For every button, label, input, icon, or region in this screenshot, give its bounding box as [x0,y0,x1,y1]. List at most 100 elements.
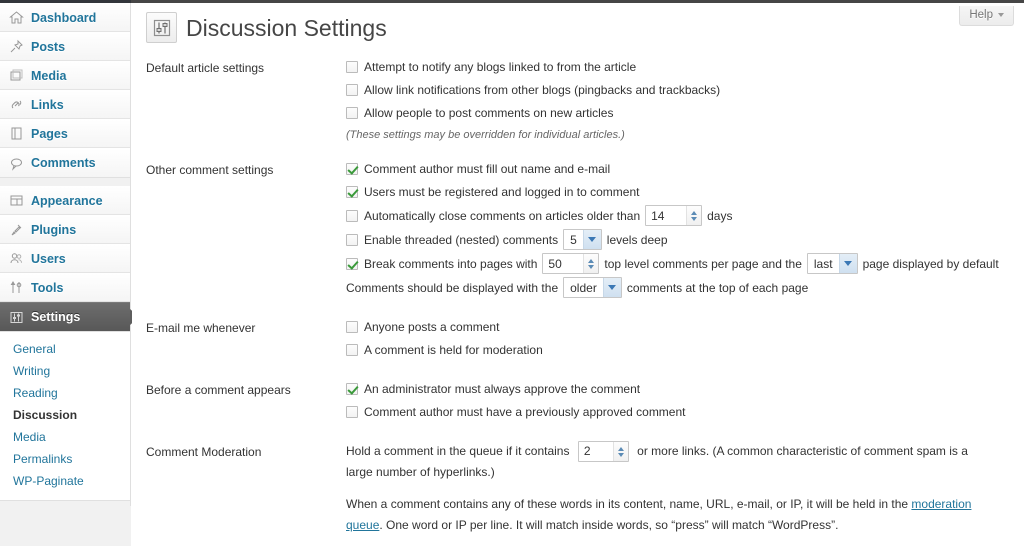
checkbox-line-held-moderation[interactable]: A comment is held for moderation [346,340,1012,360]
row-comment-moderation: Comment Moderation Hold a comment in the… [132,441,1024,546]
checkbox-allow-comments[interactable] [346,107,358,119]
sidebar-item-settings[interactable]: Settings [0,302,139,331]
checkbox-line-require-name-email[interactable]: Comment author must fill out name and e-… [346,159,1012,179]
sidebar-item-media[interactable]: Media [0,61,130,90]
sidebar-item-plugins[interactable]: Plugins [0,215,130,244]
moderation-links-stepper[interactable]: 2 [577,441,629,463]
sidebar-item-label: Dashboard [31,10,97,25]
checkbox-threaded-comments[interactable] [346,233,358,246]
sidebar-item-users[interactable]: Users [0,244,130,273]
help-button[interactable]: Help [959,6,1014,26]
checkbox-break-comments[interactable] [346,257,358,270]
sidebar-item-label: Tools [31,280,64,295]
checkbox-label: Allow link notifications from other blog… [364,83,721,97]
checkbox-previously-approved[interactable] [346,406,358,418]
submenu-item-general[interactable]: General [0,338,130,360]
checkbox-anyone-posts[interactable] [346,321,358,333]
checkbox-line-notify-blogs[interactable]: Attempt to notify any blogs linked to fr… [346,57,1012,77]
checkbox-line-close-comments[interactable]: Automatically close comments on articles… [346,205,1012,226]
sidebar-item-appearance[interactable]: Appearance [0,186,130,215]
checkbox-line-anyone-posts[interactable]: Anyone posts a comment [346,317,1012,337]
checkbox-label: Comment author must have a previously ap… [364,405,686,419]
close-comments-label: Automatically close comments on articles… [364,208,641,223]
submenu-item-reading[interactable]: Reading [0,382,130,404]
row-body: Comment author must fill out name and e-… [346,159,1024,301]
sidebar-item-label: Users [31,251,66,266]
checkbox-line-previously-approved[interactable]: Comment author must have a previously ap… [346,402,1012,422]
threaded-comments-suffix: levels deep [606,232,668,247]
checkbox-line-break-comments[interactable]: Break comments into pages with 50 top le… [346,253,1012,274]
sidebar-item-posts[interactable]: Posts [0,32,130,61]
row-body: An administrator must always approve the… [346,379,1024,425]
close-comments-days-stepper[interactable]: 14 [645,205,703,226]
checkbox-notify-blogs[interactable] [346,61,358,73]
checkbox-label: Users must be registered and logged in t… [364,185,640,199]
spinner-buttons[interactable] [583,254,599,273]
spinner-buttons[interactable] [612,442,628,462]
main-content: Help Discussion Settings Default article… [132,3,1024,546]
admin-page: Dashboard Posts Media Links Pages Commen… [0,0,1024,546]
comment-order-select[interactable]: older [563,277,622,298]
sidebar-item-links[interactable]: Links [0,90,130,119]
row-default-article-settings: Default article settings Attempt to noti… [132,57,1024,143]
pages-icon [9,126,24,141]
checkbox-line-allow-comments[interactable]: Allow people to post comments on new art… [346,103,1012,123]
chevron-down-icon [582,230,601,249]
sidebar-item-label: Comments [31,156,96,170]
row-body: Hold a comment in the queue if it contai… [346,441,1024,546]
checkbox-require-name-email[interactable] [346,163,358,175]
sidebar-item-pages[interactable]: Pages [0,119,130,148]
threaded-depth-select[interactable]: 5 [563,229,602,250]
sidebar-item-label: Plugins [31,222,77,237]
checkbox-allow-pingbacks[interactable] [346,84,358,96]
users-icon [9,251,24,266]
moderation-links-paragraph: Hold a comment in the queue if it contai… [346,441,996,483]
close-comments-suffix: days [707,208,733,223]
checkbox-line-allow-pingbacks[interactable]: Allow link notifications from other blog… [346,80,1012,100]
row-label: E-mail me whenever [146,321,256,335]
row-before-comment-appears: Before a comment appears An administrato… [132,379,1024,425]
submenu-item-permalinks[interactable]: Permalinks [0,448,130,470]
checkbox-close-comments[interactable] [346,209,358,222]
checkbox-line-admin-approve[interactable]: An administrator must always approve the… [346,379,1012,399]
comment-order-suffix: comments at the top of each page [626,280,809,295]
sidebar-item-comments[interactable]: Comments [0,148,130,177]
submenu-item-wp-paginate[interactable]: WP-Paginate [0,470,130,492]
moderation-words-paragraph: When a comment contains any of these wor… [346,494,996,536]
sidebar-item-dashboard[interactable]: Dashboard [0,3,130,32]
default-page-value: last [813,256,833,271]
comments-per-page-value[interactable]: 50 [543,254,584,273]
checkbox-line-threaded-comments[interactable]: Enable threaded (nested) comments 5 leve… [346,229,1012,250]
row-body: Anyone posts a comment A comment is held… [346,317,1024,363]
checkbox-label: Attempt to notify any blogs linked to fr… [364,60,637,74]
moderation-words-suffix: . One word or IP per line. It will match… [379,518,839,533]
sidebar-item-label: Posts [31,39,66,54]
break-comments-suffix: page displayed by default [862,256,999,271]
checkbox-admin-approve[interactable] [346,383,358,395]
link-icon [9,97,24,112]
checkbox-line-require-registration[interactable]: Users must be registered and logged in t… [346,182,1012,202]
break-comments-mid: top level comments per page and the [604,256,802,271]
help-label: Help [969,9,993,21]
checkbox-held-moderation[interactable] [346,344,358,356]
moderation-links-value[interactable]: 2 [578,442,613,462]
settings-submenu: General Writing Reading Discussion Media… [0,332,130,501]
sidebar-item-tools[interactable]: Tools [0,273,130,302]
close-comments-days-value[interactable]: 14 [646,206,687,225]
submenu-item-media[interactable]: Media [0,426,130,448]
checkbox-require-registration[interactable] [346,186,358,198]
comment-order-value: older [570,280,597,295]
spinner-buttons[interactable] [686,206,702,225]
submenu-item-writing[interactable]: Writing [0,360,130,382]
default-article-note: (These settings may be overridden for in… [346,129,625,141]
tools-icon [9,280,24,295]
settings-sliders-icon [146,12,177,43]
line-comment-order: Comments should be displayed with the ol… [346,277,1012,298]
comments-per-page-stepper[interactable]: 50 [542,253,600,274]
discussion-settings-form: Default article settings Attempt to noti… [132,57,1024,546]
submenu-item-discussion[interactable]: Discussion [0,404,130,426]
default-page-select[interactable]: last [806,253,858,274]
appearance-icon [9,193,24,208]
sidebar-secondary-group: Appearance Plugins Users Tools Settings [0,186,139,332]
chevron-down-icon [838,254,857,273]
